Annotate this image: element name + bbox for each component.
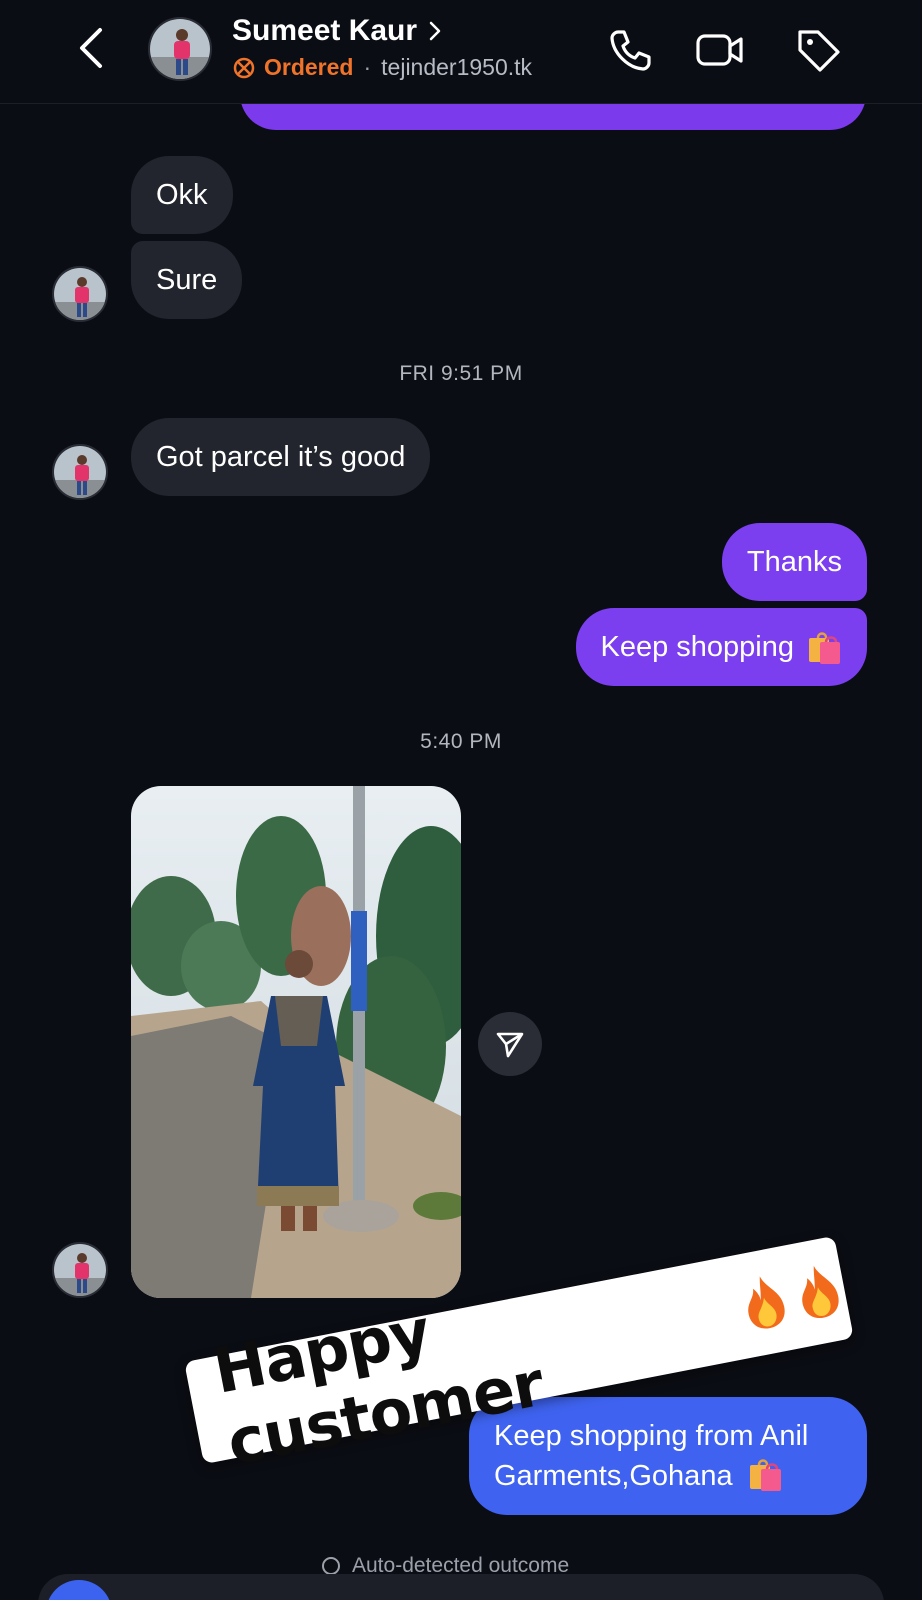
fire-emoji-icon [748, 1276, 785, 1329]
shopping-bags-icon [749, 1459, 781, 1491]
contact-name-row[interactable]: Sumeet Kaur [232, 14, 443, 48]
subtitle-separator: · [363, 54, 372, 80]
send-arrow-icon [496, 1032, 524, 1058]
sender-avatar[interactable] [52, 444, 108, 500]
contact-avatar[interactable] [148, 17, 212, 81]
video-call-icon[interactable] [694, 24, 746, 76]
fire-emoji-icon [802, 1265, 839, 1318]
message-text: Okk [156, 179, 208, 211]
timestamp: FRI 9:51 PM [399, 362, 523, 385]
message-bubble[interactable]: Sure [131, 241, 243, 319]
message-text: Got parcel it’s good [156, 441, 406, 473]
message-bubble[interactable]: Got parcel it’s good [131, 418, 431, 496]
message-composer[interactable] [38, 1574, 884, 1600]
timestamp: 5:40 PM [420, 730, 502, 753]
sender-avatar[interactable] [52, 1242, 108, 1298]
message-bubble[interactable]: Keep shopping [575, 608, 867, 686]
ordered-status-icon [233, 57, 255, 78]
phone-call-icon[interactable] [604, 24, 656, 76]
tag-label-icon[interactable] [792, 24, 844, 76]
contact-subtitle: Ordered · tejinder1950.tk [232, 54, 532, 81]
message-bubble[interactable]: Okk [131, 156, 233, 234]
sender-avatar[interactable] [52, 266, 108, 322]
chat-header: Sumeet Kaur Ordered · tejinder1950.tk [0, 0, 922, 104]
customer-photo-illustration [131, 786, 461, 1298]
message-bubble[interactable]: Thanks [721, 523, 867, 601]
contact-name[interactable]: Sumeet Kaur [232, 14, 417, 48]
share-photo-button[interactable] [478, 1012, 542, 1076]
chevron-right-icon[interactable] [427, 20, 443, 42]
order-status-label[interactable]: Ordered [264, 54, 353, 81]
message-text: Keep shopping [600, 631, 795, 663]
message-text: Thanks [746, 546, 842, 578]
shared-photo[interactable] [131, 786, 461, 1298]
message-text: Sure [156, 264, 218, 296]
contact-handle: tejinder1950.tk [381, 54, 533, 80]
shopping-bags-icon [809, 632, 840, 664]
back-arrow-icon[interactable] [72, 24, 112, 72]
